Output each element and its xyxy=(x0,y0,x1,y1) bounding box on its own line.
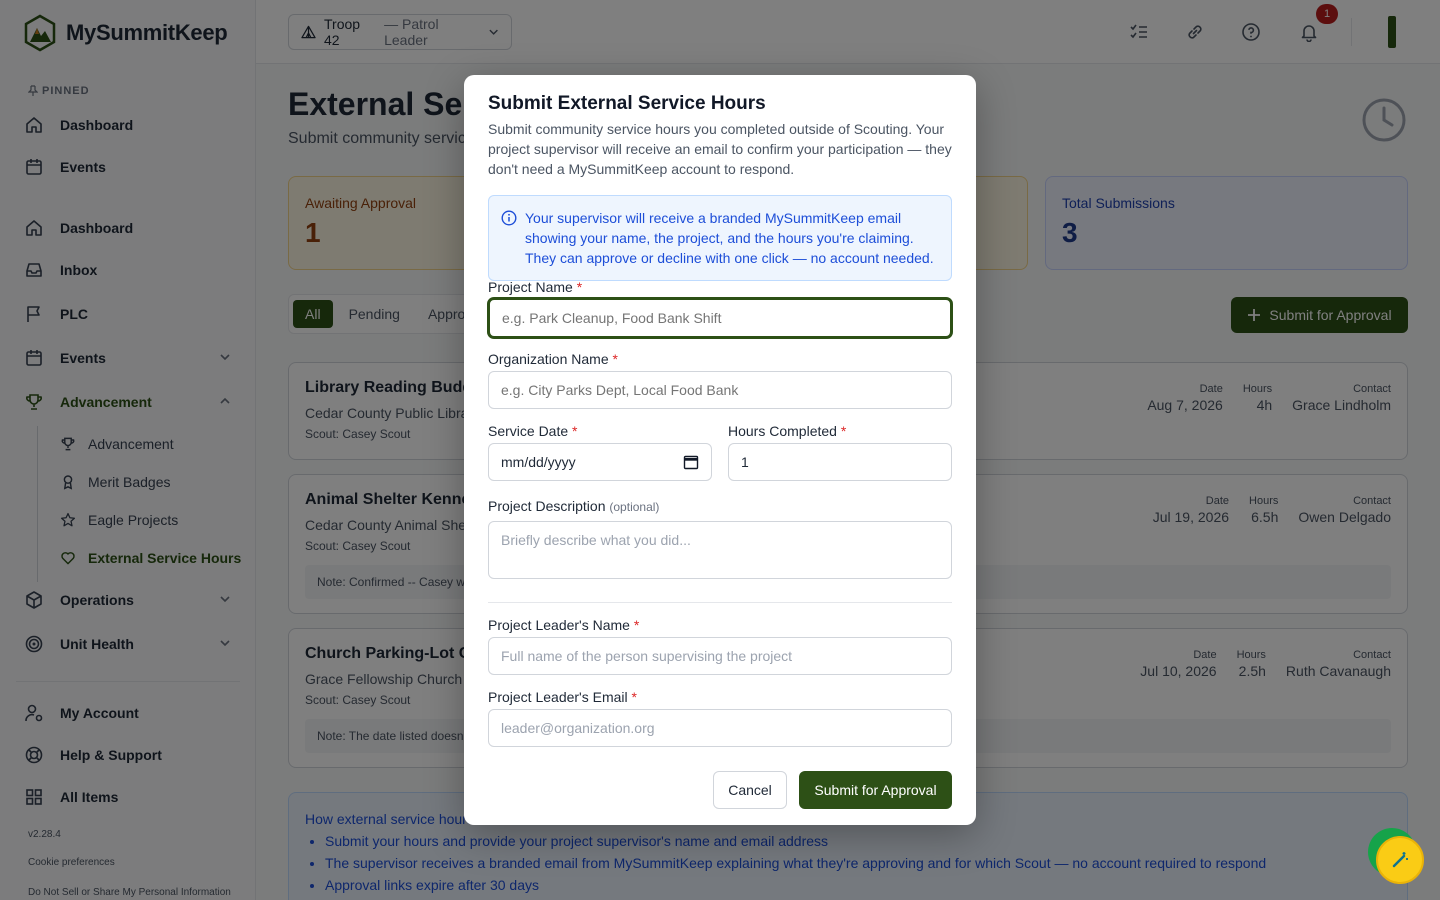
service-date-input[interactable]: mm/dd/yyyy xyxy=(488,443,712,481)
organization-name-input[interactable] xyxy=(488,371,952,409)
service-date-label: Service Date * xyxy=(488,423,578,439)
submit-hours-dialog: Submit External Service Hours Submit com… xyxy=(464,75,976,825)
form-divider xyxy=(488,602,952,603)
dialog-description: Submit community service hours you compl… xyxy=(488,121,952,177)
leader-email-input[interactable]: leader@organization.org xyxy=(488,709,952,747)
project-name-input[interactable] xyxy=(488,298,952,338)
leader-name-label: Project Leader's Name * xyxy=(488,617,640,633)
hours-completed-input[interactable]: 1 xyxy=(728,443,952,481)
project-description-label: Project Description (optional) xyxy=(488,498,660,514)
info-icon xyxy=(501,210,517,226)
project-description-textarea[interactable]: Briefly describe what you did... xyxy=(488,521,952,579)
feedback-fab-button[interactable] xyxy=(1376,836,1424,884)
project-name-label: Project Name * xyxy=(488,279,583,295)
info-callout: Your supervisor will receive a branded M… xyxy=(488,195,952,281)
info-text: Your supervisor will receive a branded M… xyxy=(525,210,934,266)
cancel-button[interactable]: Cancel xyxy=(713,771,787,809)
calendar-icon[interactable] xyxy=(683,454,699,470)
dialog-title: Submit External Service Hours xyxy=(488,93,766,114)
organization-name-label: Organization Name * xyxy=(488,351,618,367)
hours-completed-label: Hours Completed * xyxy=(728,423,847,439)
wand-icon xyxy=(1392,852,1408,868)
leader-name-input[interactable]: Full name of the person supervising the … xyxy=(488,637,952,675)
leader-email-label: Project Leader's Email * xyxy=(488,689,637,705)
modal-submit-button[interactable]: Submit for Approval xyxy=(799,771,952,809)
